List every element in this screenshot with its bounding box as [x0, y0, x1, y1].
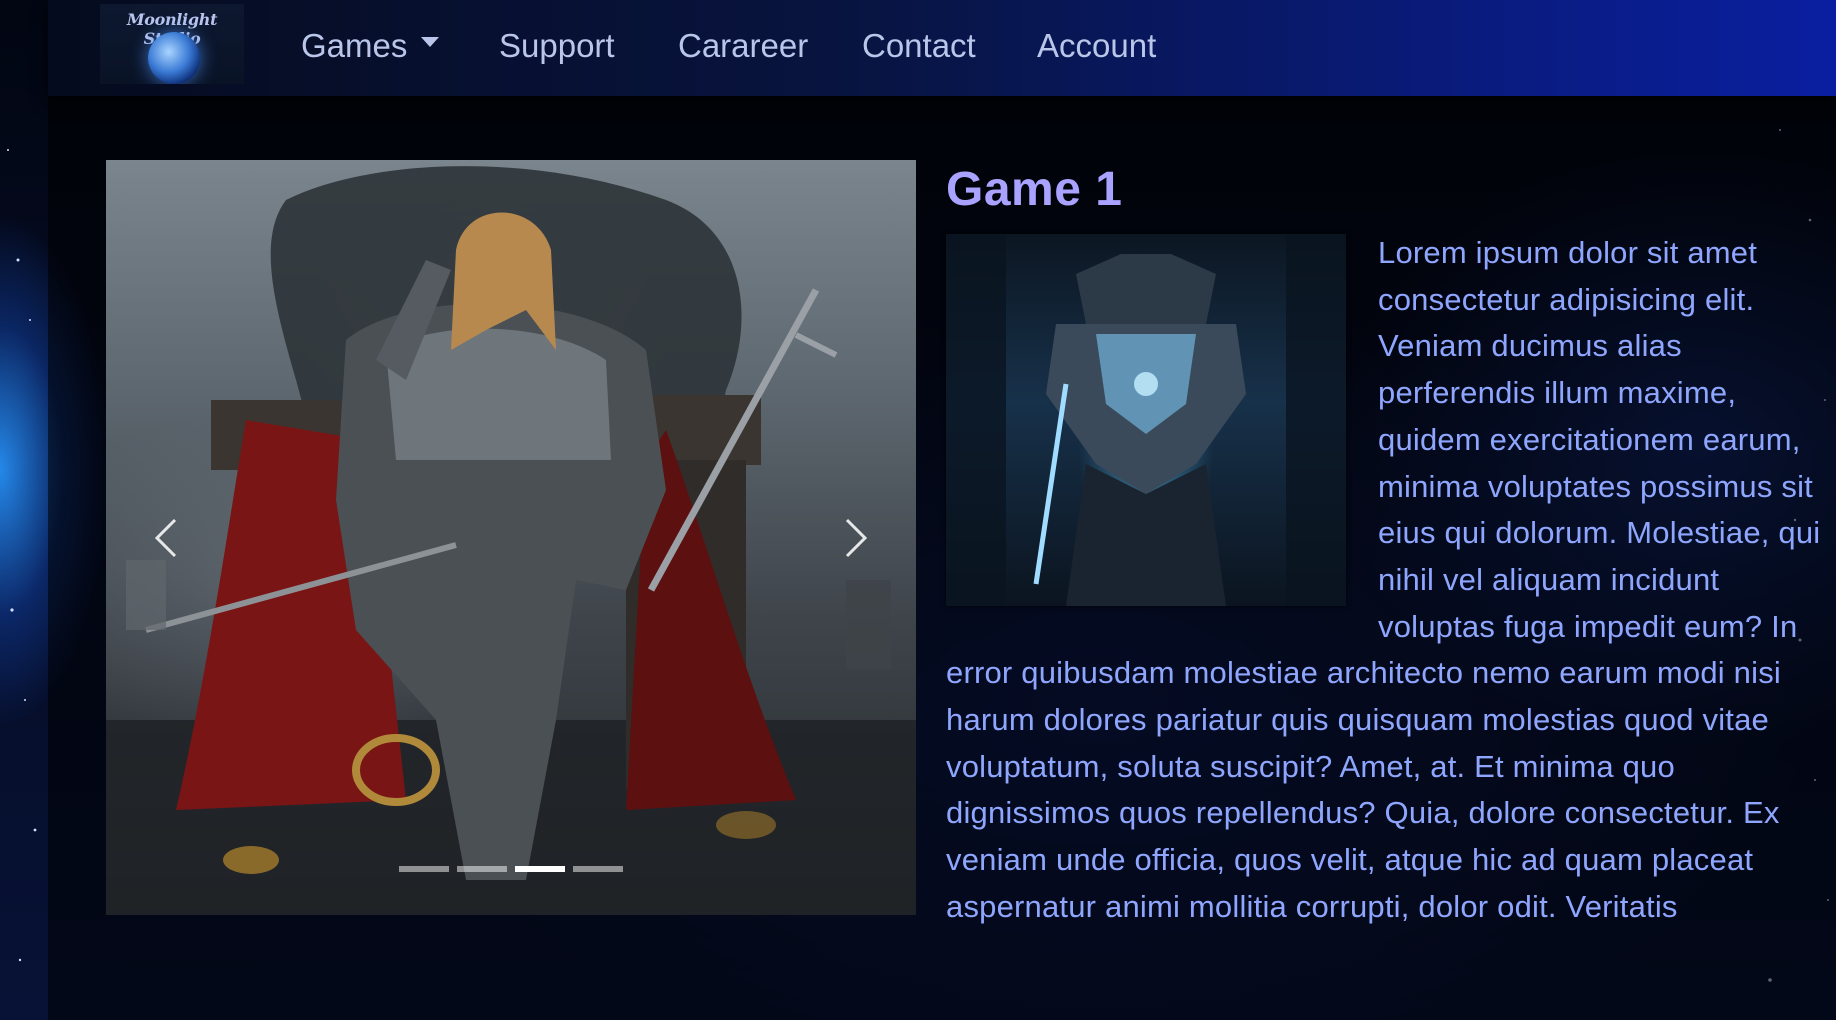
carousel-next-button[interactable]	[796, 160, 916, 915]
chevron-right-icon	[845, 518, 868, 557]
nav-games-label: Games	[301, 27, 408, 64]
nav-support[interactable]: Support	[499, 22, 615, 70]
nav-games-dropdown[interactable]: Games	[301, 22, 440, 70]
nav-career[interactable]: Carareer	[678, 22, 808, 70]
carousel-indicators	[106, 866, 916, 885]
carousel-slide-image	[106, 166, 916, 915]
nav-account[interactable]: Account	[1037, 22, 1156, 70]
game-carousel	[106, 160, 916, 915]
moon-icon	[148, 32, 200, 84]
top-navbar: Moonlight Studio Games Support Carareer …	[48, 0, 1836, 96]
carousel-indicator[interactable]	[573, 866, 623, 872]
page-container: Moonlight Studio Games Support Carareer …	[48, 0, 1836, 1020]
carousel-indicator[interactable]	[457, 866, 507, 872]
nav-contact[interactable]: Contact	[862, 22, 976, 70]
brand-logo[interactable]: Moonlight Studio	[100, 4, 244, 84]
caret-down-icon	[421, 37, 440, 48]
game-title: Game 1	[946, 163, 1123, 216]
game-thumbnail	[946, 234, 1346, 606]
thumbnail-knight-artwork	[946, 234, 1346, 606]
chevron-left-icon	[154, 518, 177, 557]
carousel-prev-button[interactable]	[106, 160, 226, 915]
carousel-indicator[interactable]	[399, 866, 449, 872]
carousel-indicator-active[interactable]	[515, 866, 565, 872]
